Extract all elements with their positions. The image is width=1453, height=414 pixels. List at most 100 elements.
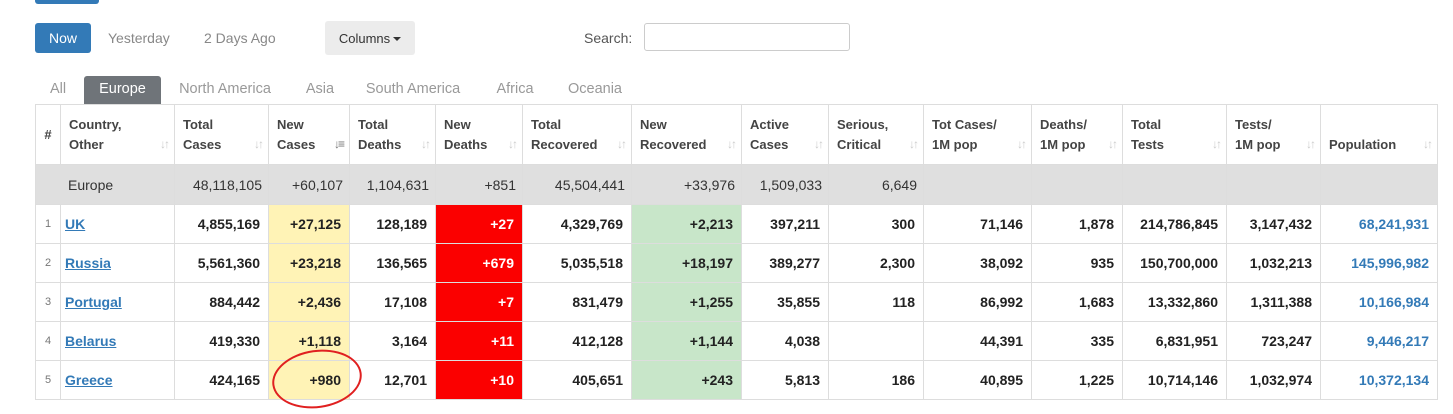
sort-icon: ↓↑ xyxy=(909,137,919,151)
sort-icon: ↓↑ xyxy=(814,137,824,151)
country-link[interactable]: Belarus xyxy=(65,333,116,349)
population-cell[interactable]: 9,446,217 xyxy=(1320,321,1438,361)
tab-asia[interactable]: Asia xyxy=(297,76,343,105)
rank-cell: 4 xyxy=(35,321,61,361)
header-line: Total xyxy=(358,116,389,132)
table-row: 1 UK 4,855,169 +27,125 128,189 +27 4,329… xyxy=(35,204,1438,244)
header-line: Active xyxy=(750,116,790,132)
col-header-deaths-per-million[interactable]: Deaths/1M pop ↓↑ xyxy=(1031,104,1123,165)
new-cases-cell: +23,218 xyxy=(268,243,350,283)
tab-europe[interactable]: Europe xyxy=(84,76,161,105)
total-deaths-cell: 136,565 xyxy=(349,243,436,283)
table-row: 2 Russia 5,561,360 +23,218 136,565 +679 … xyxy=(35,243,1438,283)
tab-africa[interactable]: Africa xyxy=(489,76,541,105)
col-header-cases-per-million[interactable]: Tot Cases/1M pop ↓↑ xyxy=(923,104,1032,165)
serious-critical-cell: 300 xyxy=(828,204,924,244)
tab-all[interactable]: All xyxy=(35,76,81,105)
rank-cell: 1 xyxy=(35,204,61,244)
new-cases-cell: +60,107 xyxy=(268,164,350,205)
total-deaths-cell: 17,108 xyxy=(349,282,436,322)
population-cell[interactable]: 68,241,931 xyxy=(1320,204,1438,244)
active-cases-cell: 5,813 xyxy=(741,360,829,400)
country-link[interactable]: Greece xyxy=(65,372,112,388)
new-deaths-cell: +10 xyxy=(435,360,523,400)
active-cases-cell: 389,277 xyxy=(741,243,829,283)
new-cases-cell: +980 xyxy=(268,360,350,400)
deaths-per-million-cell: 1,683 xyxy=(1031,282,1123,322)
header-line: New xyxy=(277,116,304,132)
sort-icon: ↓↑ xyxy=(1017,137,1027,151)
header-line: Total xyxy=(183,116,214,132)
total-tests-cell: 150,700,000 xyxy=(1122,243,1227,283)
col-header-new-recovered[interactable]: New Recovered ↓↑ xyxy=(631,104,742,165)
header-line: Serious, xyxy=(837,116,889,132)
serious-critical-cell xyxy=(828,321,924,361)
col-header-total-deaths[interactable]: Total Deaths ↓↑ xyxy=(349,104,436,165)
search-input[interactable] xyxy=(644,23,850,51)
sort-icon: ↓↑ xyxy=(727,137,737,151)
total-cases-cell: 884,442 xyxy=(174,282,269,322)
country-cell: UK xyxy=(60,204,175,244)
new-deaths-cell: +27 xyxy=(435,204,523,244)
col-header-total-tests[interactable]: Total Tests ↓↑ xyxy=(1122,104,1227,165)
total-cases-cell: 48,118,105 xyxy=(174,164,269,205)
total-recovered-cell: 4,329,769 xyxy=(522,204,632,244)
col-header-rank[interactable]: # xyxy=(35,104,61,165)
serious-critical-cell: 2,300 xyxy=(828,243,924,283)
new-cases-cell: +2,436 xyxy=(268,282,350,322)
col-header-tests-per-million[interactable]: Tests/1M pop ↓↑ xyxy=(1226,104,1321,165)
header-line: Tests xyxy=(1131,136,1164,152)
total-tests-cell: 214,786,845 xyxy=(1122,204,1227,244)
total-deaths-cell: 3,164 xyxy=(349,321,436,361)
sort-icon: ↓↑ xyxy=(1423,137,1433,151)
col-header-country[interactable]: Country, Other ↓↑ xyxy=(60,104,175,165)
toolbar: Now Yesterday 2 Days Ago Columns Search: xyxy=(35,21,855,55)
country-link[interactable]: Russia xyxy=(65,255,111,271)
active-cases-cell: 397,211 xyxy=(741,204,829,244)
header-line: Critical xyxy=(837,136,882,152)
new-deaths-cell: +851 xyxy=(435,164,523,205)
header-row: # Country, Other ↓↑ Total Cases ↓↑ New Cases ↓… xyxy=(35,104,1438,165)
population-cell[interactable]: 10,372,134 xyxy=(1320,360,1438,400)
continent-total-row: Europe 48,118,105 +60,107 1,104,631 +851… xyxy=(35,164,1438,205)
sort-icon: ↓↑ xyxy=(1212,137,1222,151)
columns-button[interactable]: Columns xyxy=(325,21,415,55)
table-row: 3 Portugal 884,442 +2,436 17,108 +7 831,… xyxy=(35,282,1438,322)
population-cell[interactable]: 145,996,982 xyxy=(1320,243,1438,283)
header-line: Recovered xyxy=(531,136,598,152)
two-days-ago-button[interactable]: 2 Days Ago xyxy=(204,23,276,53)
header-line: New xyxy=(640,116,667,132)
header-line: Total xyxy=(1131,116,1162,132)
country-link[interactable]: Portugal xyxy=(65,294,122,310)
total-deaths-cell: 128,189 xyxy=(349,204,436,244)
tab-oceania[interactable]: Oceania xyxy=(558,76,632,105)
now-button[interactable]: Now xyxy=(35,23,91,53)
col-header-population[interactable]: Population ↓↑ xyxy=(1320,104,1438,165)
sort-icon: ↓↑ xyxy=(254,137,264,151)
new-cases-cell: +1,118 xyxy=(268,321,350,361)
deaths-per-million-cell: 1,878 xyxy=(1031,204,1123,244)
col-header-new-cases[interactable]: New Cases ↓≡ xyxy=(268,104,350,165)
yesterday-button[interactable]: Yesterday xyxy=(108,23,170,53)
active-cases-cell: 4,038 xyxy=(741,321,829,361)
tab-north-america[interactable]: North America xyxy=(166,76,284,105)
country-link[interactable]: UK xyxy=(65,216,85,232)
empty-cell xyxy=(1031,164,1123,205)
col-header-total-recovered[interactable]: Total Recovered ↓↑ xyxy=(522,104,632,165)
col-header-serious-critical[interactable]: Serious, Critical ↓↑ xyxy=(828,104,924,165)
header-line: Deaths xyxy=(444,136,488,152)
sort-icon: ↓↑ xyxy=(1306,137,1316,151)
tab-south-america[interactable]: South America xyxy=(358,76,468,105)
population-cell[interactable]: 10,166,984 xyxy=(1320,282,1438,322)
col-header-new-deaths[interactable]: New Deaths ↓↑ xyxy=(435,104,523,165)
col-header-total-cases[interactable]: Total Cases ↓↑ xyxy=(174,104,269,165)
columns-label: Columns xyxy=(338,30,391,46)
total-row-name: Europe xyxy=(35,164,175,205)
header-line: Population xyxy=(1329,136,1397,152)
cases-per-million-cell: 71,146 xyxy=(923,204,1032,244)
cases-per-million-cell: 86,992 xyxy=(923,282,1032,322)
col-header-active-cases[interactable]: Active Cases ↓↑ xyxy=(741,104,829,165)
rank-cell: 2 xyxy=(35,243,61,283)
header-line: Total xyxy=(531,116,562,132)
header-line: Cases xyxy=(277,136,316,152)
